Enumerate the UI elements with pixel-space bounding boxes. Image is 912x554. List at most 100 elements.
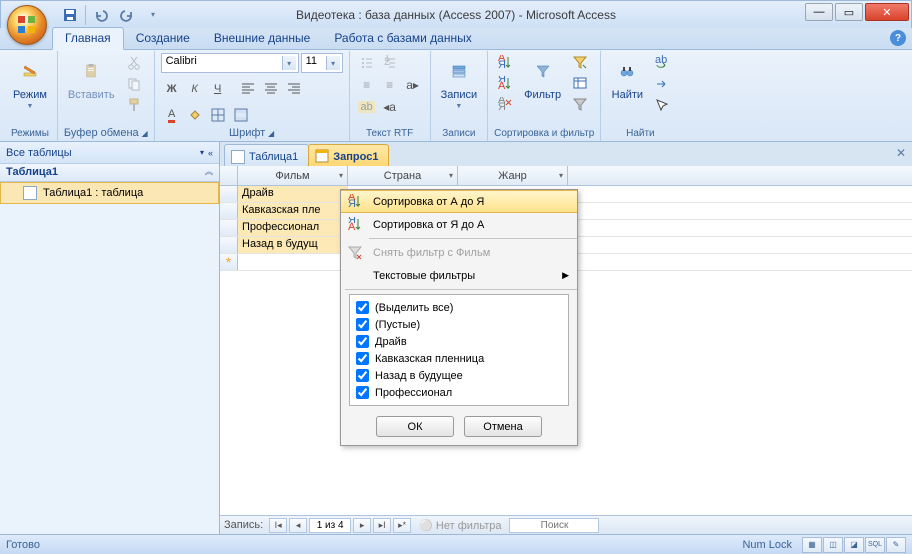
status-numlock: Num Lock xyxy=(742,539,792,551)
selection-filter-icon[interactable] xyxy=(569,53,591,73)
cut-icon[interactable] xyxy=(123,53,145,73)
replace-icon[interactable]: ab xyxy=(651,53,673,73)
sort-asc-icon[interactable]: АЯ xyxy=(494,53,516,73)
ltr-icon[interactable]: a▸ xyxy=(402,75,424,95)
clear-sort-icon[interactable]: АЯ xyxy=(494,95,516,115)
gridlines-icon[interactable] xyxy=(207,105,229,125)
alt-fill-icon[interactable] xyxy=(230,105,252,125)
undo-icon[interactable] xyxy=(90,5,112,25)
maximize-button[interactable]: ▭ xyxy=(835,3,863,21)
filter-check-item[interactable]: Драйв xyxy=(356,333,562,350)
chevron-down-icon[interactable]: ▾ xyxy=(326,56,340,70)
last-record-button[interactable]: ▸I xyxy=(373,518,391,533)
advanced-filter-icon[interactable] xyxy=(569,74,591,94)
number-list-icon[interactable]: 12 xyxy=(379,53,401,73)
office-button[interactable] xyxy=(7,5,47,45)
nav-group-header[interactable]: Таблица1 ︽ xyxy=(0,164,219,182)
help-icon[interactable]: ? xyxy=(890,30,906,46)
sort-desc-menuitem[interactable]: ЯА Сортировка от Я до А xyxy=(341,213,577,236)
collapse-pane-icon[interactable]: « xyxy=(208,148,213,158)
doc-tab-table1[interactable]: Таблица1 xyxy=(224,144,309,166)
bullet-list-icon[interactable] xyxy=(356,53,378,73)
chevron-right-icon: ▶ xyxy=(562,270,569,281)
datasheet-view-icon[interactable]: ▦ xyxy=(802,537,822,553)
title-bar: ▾ Видеотека : база данных (Access 2007) … xyxy=(0,0,912,28)
find-button[interactable]: Найти xyxy=(607,53,647,103)
new-record-button[interactable]: ▸* xyxy=(393,518,411,533)
design-view-icon[interactable]: ✎ xyxy=(886,537,906,553)
ok-button[interactable]: ОК xyxy=(376,416,454,437)
highlight-icon[interactable]: ab xyxy=(356,97,378,117)
funnel-icon xyxy=(527,55,559,87)
records-button[interactable]: Записи ▼ xyxy=(437,53,482,112)
paste-button[interactable]: Вставить xyxy=(64,53,119,103)
rtl-icon[interactable]: ◂a xyxy=(379,97,401,117)
chevron-down-icon[interactable]: ▾ xyxy=(449,171,453,180)
prev-record-button[interactable]: ◂ xyxy=(289,518,307,533)
filter-check-item[interactable]: Кавказская пленница xyxy=(356,350,562,367)
qat-more-icon[interactable]: ▾ xyxy=(142,5,164,25)
align-center-icon[interactable] xyxy=(260,79,282,99)
window-controls: — ▭ ✕ xyxy=(805,3,909,21)
ribbon-group-font: Calibri▾ 11▾ Ж К Ч А xyxy=(155,51,350,141)
nav-item-table[interactable]: Таблица1 : таблица xyxy=(0,182,219,204)
tab-create[interactable]: Создание xyxy=(124,28,202,49)
paste-label: Вставить xyxy=(68,89,115,101)
tab-database-tools[interactable]: Работа с базами данных xyxy=(322,28,483,49)
italic-button[interactable]: К xyxy=(184,79,206,99)
filter-button[interactable]: Фильтр xyxy=(520,53,565,103)
select-all-corner[interactable] xyxy=(220,166,238,185)
chevron-down-icon[interactable]: ▾ xyxy=(282,56,296,70)
pivot-view-icon[interactable]: ◫ xyxy=(823,537,843,553)
align-left-icon[interactable] xyxy=(237,79,259,99)
font-size-combo[interactable]: 11▾ xyxy=(301,53,343,73)
close-button[interactable]: ✕ xyxy=(865,3,909,21)
chevron-down-icon[interactable]: ▾ xyxy=(559,171,563,180)
search-input[interactable] xyxy=(509,518,599,533)
format-painter-icon[interactable] xyxy=(123,95,145,115)
close-tab-icon[interactable]: ✕ xyxy=(896,146,906,160)
tab-home[interactable]: Главная xyxy=(52,27,124,50)
record-position-input[interactable] xyxy=(309,518,351,533)
bold-button[interactable]: Ж xyxy=(161,79,183,99)
redo-icon[interactable] xyxy=(116,5,138,25)
fill-color-icon[interactable] xyxy=(184,105,206,125)
text-filters-menuitem[interactable]: Текстовые фильтры ▶ xyxy=(341,264,577,287)
record-label: Запись: xyxy=(224,519,263,531)
doc-tab-query1[interactable]: Запрос1 xyxy=(308,144,389,166)
underline-button[interactable]: Ч xyxy=(207,79,229,99)
sort-desc-icon[interactable]: ЯА xyxy=(494,74,516,94)
nav-header[interactable]: Все таблицы ▾« xyxy=(0,142,219,164)
group-label-records: Записи xyxy=(437,126,482,141)
toggle-filter-icon[interactable] xyxy=(569,95,591,115)
column-header-genre[interactable]: Жанр▾ xyxy=(458,166,568,185)
select-icon[interactable] xyxy=(651,95,673,115)
filter-check-item[interactable]: Профессионал xyxy=(356,384,562,401)
quick-access-toolbar: ▾ xyxy=(53,1,170,28)
filter-check-item[interactable]: (Выделить все) xyxy=(356,299,562,316)
font-color-icon[interactable]: А xyxy=(161,105,183,125)
font-name-combo[interactable]: Calibri▾ xyxy=(161,53,299,73)
sql-view-icon[interactable]: SQL xyxy=(865,537,885,553)
chevron-down-icon[interactable]: ▾ xyxy=(339,171,343,180)
next-record-button[interactable]: ▸ xyxy=(353,518,371,533)
filter-check-item[interactable]: Назад в будущее xyxy=(356,367,562,384)
goto-icon[interactable] xyxy=(651,74,673,94)
minimize-button[interactable]: — xyxy=(805,3,833,21)
column-header-country[interactable]: Страна▾ xyxy=(348,166,458,185)
first-record-button[interactable]: I◂ xyxy=(269,518,287,533)
save-icon[interactable] xyxy=(59,5,81,25)
tab-external-data[interactable]: Внешние данные xyxy=(202,28,323,49)
align-right-icon[interactable] xyxy=(283,79,305,99)
chevron-up-icon[interactable]: ︽ xyxy=(205,166,213,179)
filter-check-item[interactable]: (Пустые) xyxy=(356,316,562,333)
chevron-down-icon[interactable]: ▾ xyxy=(200,148,204,158)
cancel-button[interactable]: Отмена xyxy=(464,416,542,437)
decrease-indent-icon[interactable]: ≡ xyxy=(356,75,378,95)
view-mode-button[interactable]: Режим ▼ xyxy=(9,53,51,112)
increase-indent-icon[interactable]: ≡ xyxy=(379,75,401,95)
chart-view-icon[interactable]: ◪ xyxy=(844,537,864,553)
sort-asc-menuitem[interactable]: АЯ Сортировка от А до Я xyxy=(341,190,577,213)
copy-icon[interactable] xyxy=(123,74,145,94)
column-header-film[interactable]: Фильм▾ xyxy=(238,166,348,185)
